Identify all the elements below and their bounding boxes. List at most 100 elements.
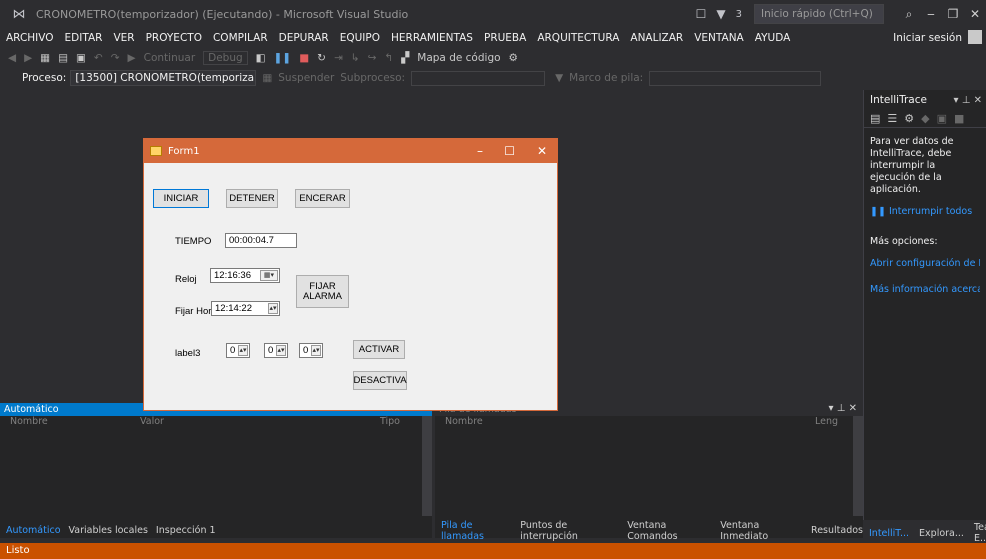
form-maximize-button[interactable]: ☐	[504, 144, 515, 158]
menu-depurar[interactable]: DEPURAR	[279, 32, 329, 44]
tab-automatico[interactable]: Automático	[6, 525, 61, 536]
new-project-icon[interactable]: ▦	[40, 52, 50, 64]
call-stack-controls-icon[interactable]: ▾ ⊥ ✕	[829, 403, 857, 414]
filter-icon[interactable]: ▼	[555, 72, 563, 84]
reloj-datetime-picker[interactable]: 12:16:36 ▦▾	[210, 268, 280, 283]
column-lenguaje[interactable]: Leng	[815, 416, 838, 430]
tiempo-textbox[interactable]: 00:00:04.7	[225, 233, 297, 248]
tab-resultados[interactable]: Resultados	[811, 525, 863, 536]
stack-frame-select[interactable]	[649, 70, 822, 86]
search-icon[interactable]: ⌕	[898, 7, 920, 22]
tab-ventana-inmediato[interactable]: Ventana Inmediato	[720, 520, 803, 542]
step-out-icon[interactable]: ↰	[384, 52, 393, 64]
menu-archivo[interactable]: ARCHIVO	[6, 32, 54, 44]
menu-herramientas[interactable]: HERRAMIENTAS	[391, 32, 473, 44]
show-next-statement-icon[interactable]: ⇥	[334, 52, 343, 64]
tab-intellitrace[interactable]: IntelliT...	[869, 528, 909, 539]
forward-icon[interactable]: ▶	[24, 52, 32, 64]
restart-icon[interactable]: ↻	[317, 52, 326, 64]
diamond-icon[interactable]: ◆	[921, 112, 929, 125]
avatar[interactable]	[968, 30, 982, 44]
open-file-icon[interactable]: ▤	[58, 52, 68, 64]
save-trace-icon[interactable]: ▣	[937, 112, 947, 125]
tab-puntos-interrupcion[interactable]: Puntos de interrupción	[520, 520, 619, 542]
calendar-dropdown-icon[interactable]: ▦▾	[260, 270, 278, 281]
iniciar-button[interactable]: INICIAR	[153, 189, 209, 208]
spin-updown-icon[interactable]: ▴▾	[311, 345, 321, 356]
list-view-icon[interactable]: ▤	[870, 112, 880, 125]
signin-link[interactable]: Iniciar sesión	[893, 32, 962, 44]
break-all-link[interactable]: ❚❚ Interrumpir todos	[870, 206, 980, 218]
minimize-button[interactable]: ‒	[920, 7, 942, 21]
tree-view-icon[interactable]: ☰	[887, 112, 897, 125]
debug-target-icon[interactable]: ◧	[256, 52, 266, 64]
call-stack-scrollbar[interactable]	[853, 416, 863, 516]
column-valor[interactable]: Valor	[140, 416, 380, 430]
form-minimize-button[interactable]: –	[477, 144, 483, 158]
solution-config-select[interactable]: Debug	[203, 51, 248, 65]
menu-prueba[interactable]: PRUEBA	[484, 32, 526, 44]
minutes-numeric-updown[interactable]: 0 ▴▾	[264, 343, 288, 358]
detener-button[interactable]: DETENER	[226, 189, 278, 208]
seconds-numeric-updown[interactable]: 0 ▴▾	[299, 343, 323, 358]
suspend-button[interactable]: Suspender	[278, 72, 334, 84]
back-icon[interactable]: ◀	[8, 52, 16, 64]
close-button[interactable]: ✕	[964, 7, 986, 21]
tab-explorador[interactable]: Explora...	[919, 528, 964, 539]
column-nombre[interactable]: Nombre	[10, 416, 140, 430]
stop-icon[interactable]: ■	[299, 52, 309, 64]
panel-controls-icon[interactable]: ▾ ⊥ ✕	[954, 95, 982, 106]
form-close-button[interactable]: ✕	[537, 144, 547, 158]
stop-trace-icon[interactable]: ■	[954, 112, 964, 125]
thread-select[interactable]	[411, 70, 546, 86]
break-all-label: Interrumpir todos	[888, 206, 973, 217]
notifications-flag-icon[interactable]: ▼	[716, 7, 725, 21]
tab-ventana-comandos[interactable]: Ventana Comandos	[627, 520, 712, 542]
redo-icon[interactable]: ↷	[111, 52, 120, 64]
autos-scrollbar[interactable]	[422, 416, 432, 516]
spin-updown-icon[interactable]: ▴▾	[238, 345, 248, 356]
settings-icon[interactable]: ⚙	[904, 112, 914, 125]
column-nombre[interactable]: Nombre	[445, 416, 815, 430]
menu-ver[interactable]: VER	[113, 32, 134, 44]
menu-editar[interactable]: EDITAR	[65, 32, 103, 44]
tab-variables-locales[interactable]: Variables locales	[69, 525, 148, 536]
menu-arquitectura[interactable]: ARQUITECTURA	[537, 32, 619, 44]
undo-icon[interactable]: ↶	[94, 52, 103, 64]
menu-compilar[interactable]: COMPILAR	[213, 32, 268, 44]
menu-equipo[interactable]: EQUIPO	[340, 32, 380, 44]
fijar-alarma-button[interactable]: FIJAR ALARMA	[296, 275, 349, 308]
menu-analizar[interactable]: ANALIZAR	[630, 32, 683, 44]
desactiva-button[interactable]: DESACTIVA	[353, 371, 407, 390]
tab-team-explorer[interactable]: Team E...	[974, 522, 986, 544]
menu-ayuda[interactable]: AYUDA	[755, 32, 791, 44]
column-tipo[interactable]: Tipo	[380, 416, 400, 430]
feedback-icon[interactable]: ☐	[696, 7, 707, 21]
step-into-icon[interactable]: ↳	[351, 52, 360, 64]
spin-updown-icon[interactable]: ▴▾	[268, 303, 278, 314]
save-icon[interactable]: ▣	[76, 52, 86, 64]
suspend-icon[interactable]: ▦	[262, 72, 272, 84]
pause-icon[interactable]: ❚❚	[274, 52, 292, 64]
fijar-hora-picker[interactable]: 12:14:22 ▴▾	[211, 301, 280, 316]
step-over-icon[interactable]: ↪	[368, 52, 377, 64]
tab-pila-de-llamadas[interactable]: Pila de llamadas	[441, 520, 512, 542]
quick-launch-input[interactable]: Inicio rápido (Ctrl+Q)	[754, 4, 884, 24]
activar-button[interactable]: ACTIVAR	[353, 340, 405, 359]
code-map-button[interactable]: Mapa de código	[417, 52, 500, 64]
restore-button[interactable]: ❐	[942, 7, 964, 21]
tab-inspeccion[interactable]: Inspección 1	[156, 525, 216, 536]
hours-numeric-updown[interactable]: 0 ▴▾	[226, 343, 250, 358]
learn-more-link[interactable]: Más información acerca de IntelliTrace	[870, 284, 980, 296]
encerar-button[interactable]: ENCERAR	[295, 189, 350, 208]
open-settings-link[interactable]: Abrir configuración de IntelliTrace	[870, 258, 980, 270]
code-map-icon[interactable]: ▞	[401, 52, 409, 64]
toolbar-options-icon[interactable]: ⚙	[509, 52, 518, 64]
spin-updown-icon[interactable]: ▴▾	[276, 345, 286, 356]
menu-ventana[interactable]: VENTANA	[694, 32, 744, 44]
form1-window: Form1 – ☐ ✕ INICIAR DETENER ENCERAR TIEM…	[143, 138, 558, 411]
continue-button[interactable]: Continuar	[144, 52, 196, 64]
continue-icon[interactable]: ▶	[128, 52, 136, 64]
process-select[interactable]: [13500] CRONOMETRO(temporiza	[70, 70, 257, 86]
menu-proyecto[interactable]: PROYECTO	[146, 32, 202, 44]
